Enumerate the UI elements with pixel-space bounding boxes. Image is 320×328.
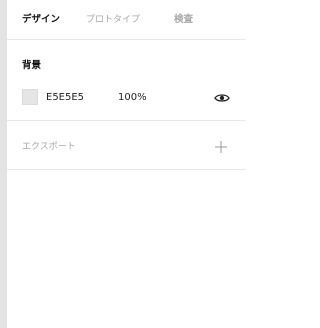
tab-inspect[interactable]: 検査 (174, 14, 193, 26)
tab-prototype[interactable]: プロトタイプ (86, 14, 140, 26)
plus-icon[interactable] (214, 139, 228, 153)
tab-design[interactable]: デザイン (22, 14, 60, 26)
background-opacity-value[interactable]: 100% (118, 92, 147, 104)
plus-icon-graphic (215, 141, 227, 153)
design-panel: デザイン プロトタイプ 検査 背景 E5E5E5 100% エクスポート (7, 0, 246, 328)
background-section-title: 背景 (22, 60, 42, 71)
eye-icon[interactable] (214, 90, 230, 104)
eye-icon-graphic (214, 94, 230, 102)
background-color-swatch[interactable] (22, 89, 38, 105)
canvas-edge (0, 0, 7, 328)
panel-tabs: デザイン プロトタイプ 検査 (7, 0, 246, 40)
background-section: 背景 E5E5E5 100% (7, 41, 246, 121)
export-section: エクスポート (7, 122, 246, 170)
background-hex-value[interactable]: E5E5E5 (46, 92, 84, 104)
export-label: エクスポート (22, 142, 76, 152)
